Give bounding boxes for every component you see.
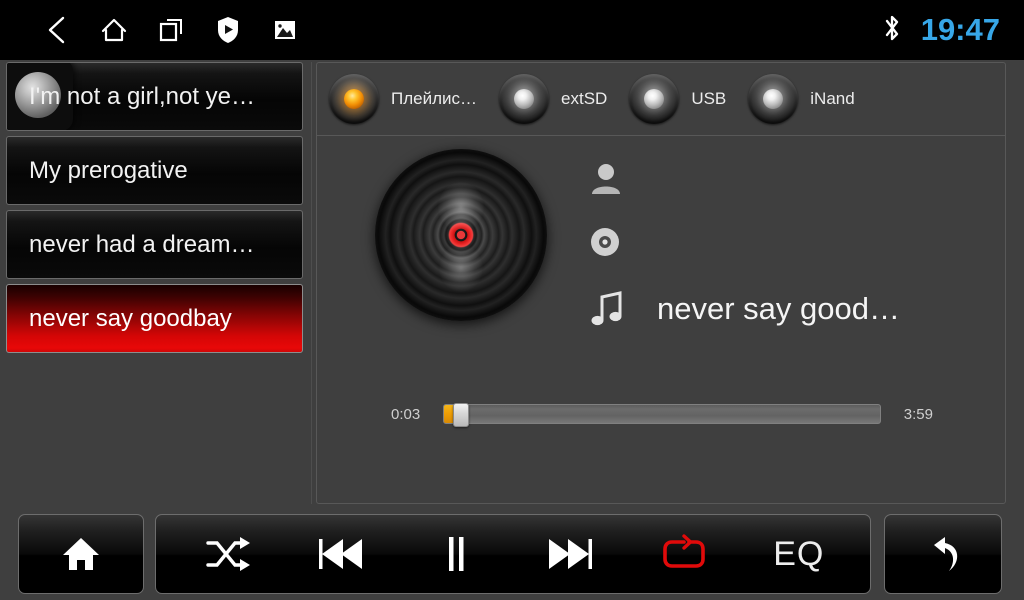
list-item[interactable]: I'm not a girl,not ye… bbox=[6, 62, 303, 131]
person-icon bbox=[589, 161, 635, 195]
next-button[interactable] bbox=[526, 521, 614, 587]
music-player-screen: 19:47 I'm not a girl,not ye… My prerogat… bbox=[0, 0, 1024, 600]
duration-time: 3:59 bbox=[903, 405, 933, 423]
transport-controls: EQ bbox=[155, 514, 871, 594]
status-bar-right: 19:47 bbox=[881, 12, 1024, 49]
eq-button[interactable]: EQ bbox=[755, 521, 843, 587]
source-option-inand[interactable]: iNand bbox=[748, 74, 868, 124]
eq-label: EQ bbox=[773, 534, 825, 573]
music-note-icon bbox=[589, 289, 635, 329]
source-option-usb[interactable]: USB bbox=[629, 74, 740, 124]
radio-button[interactable] bbox=[748, 74, 799, 124]
source-option-extsd[interactable]: extSD bbox=[499, 74, 621, 124]
now-playing-area: never say good… 0:03 3:59 bbox=[317, 136, 1005, 446]
list-item[interactable]: never had a dream… bbox=[6, 210, 303, 279]
cd-icon bbox=[589, 226, 635, 258]
back-icon[interactable] bbox=[28, 8, 85, 52]
album-row bbox=[589, 210, 989, 274]
radio-button[interactable] bbox=[629, 74, 680, 124]
radio-button[interactable] bbox=[499, 74, 550, 124]
playlist-panel: I'm not a girl,not ye… My prerogative ne… bbox=[0, 62, 312, 504]
source-label: extSD bbox=[561, 89, 608, 108]
track-title: never say good… bbox=[657, 291, 900, 326]
repeat-button[interactable] bbox=[640, 521, 728, 587]
return-button[interactable] bbox=[884, 514, 1002, 594]
home-button[interactable] bbox=[18, 514, 144, 594]
progress-thumb[interactable] bbox=[453, 403, 469, 427]
shield-play-icon[interactable] bbox=[199, 8, 256, 52]
home-icon[interactable] bbox=[85, 8, 142, 52]
radio-button-selected[interactable] bbox=[329, 74, 379, 124]
seek-bar: 0:03 3:59 bbox=[317, 403, 1005, 427]
list-item[interactable]: My prerogative bbox=[6, 136, 303, 205]
gallery-icon[interactable] bbox=[256, 8, 313, 52]
track-metadata: never say good… bbox=[589, 146, 989, 344]
list-item-selected[interactable]: never say goodbay bbox=[6, 284, 303, 353]
vinyl-disc-icon[interactable] bbox=[375, 149, 547, 321]
artist-row bbox=[589, 146, 989, 210]
main-panel: Плейлис… extSD USB iNand never say good…… bbox=[316, 62, 1006, 504]
progress-slider[interactable] bbox=[443, 403, 881, 427]
pause-button[interactable] bbox=[412, 521, 500, 587]
status-bar: 19:47 bbox=[0, 0, 1024, 60]
bluetooth-icon bbox=[881, 12, 903, 49]
source-option-playlist[interactable]: Плейлис… bbox=[329, 74, 491, 124]
source-label: iNand bbox=[810, 89, 855, 108]
playlist-item-title: I'm not a girl,not ye… bbox=[29, 82, 256, 110]
status-bar-nav bbox=[0, 8, 313, 52]
source-label: USB bbox=[691, 89, 727, 108]
playlist-item-title: never say goodbay bbox=[29, 304, 232, 332]
playlist-item-title: never had a dream… bbox=[29, 230, 255, 258]
previous-button[interactable] bbox=[297, 521, 385, 587]
status-bar-clock: 19:47 bbox=[920, 12, 1000, 47]
shuffle-button[interactable] bbox=[183, 521, 271, 587]
recent-apps-icon[interactable] bbox=[142, 8, 199, 52]
track-row: never say good… bbox=[589, 274, 989, 344]
source-selector: Плейлис… extSD USB iNand bbox=[317, 63, 1005, 136]
elapsed-time: 0:03 bbox=[391, 405, 421, 423]
source-label: Плейлис… bbox=[391, 89, 478, 108]
playlist-item-title: My prerogative bbox=[29, 156, 188, 184]
